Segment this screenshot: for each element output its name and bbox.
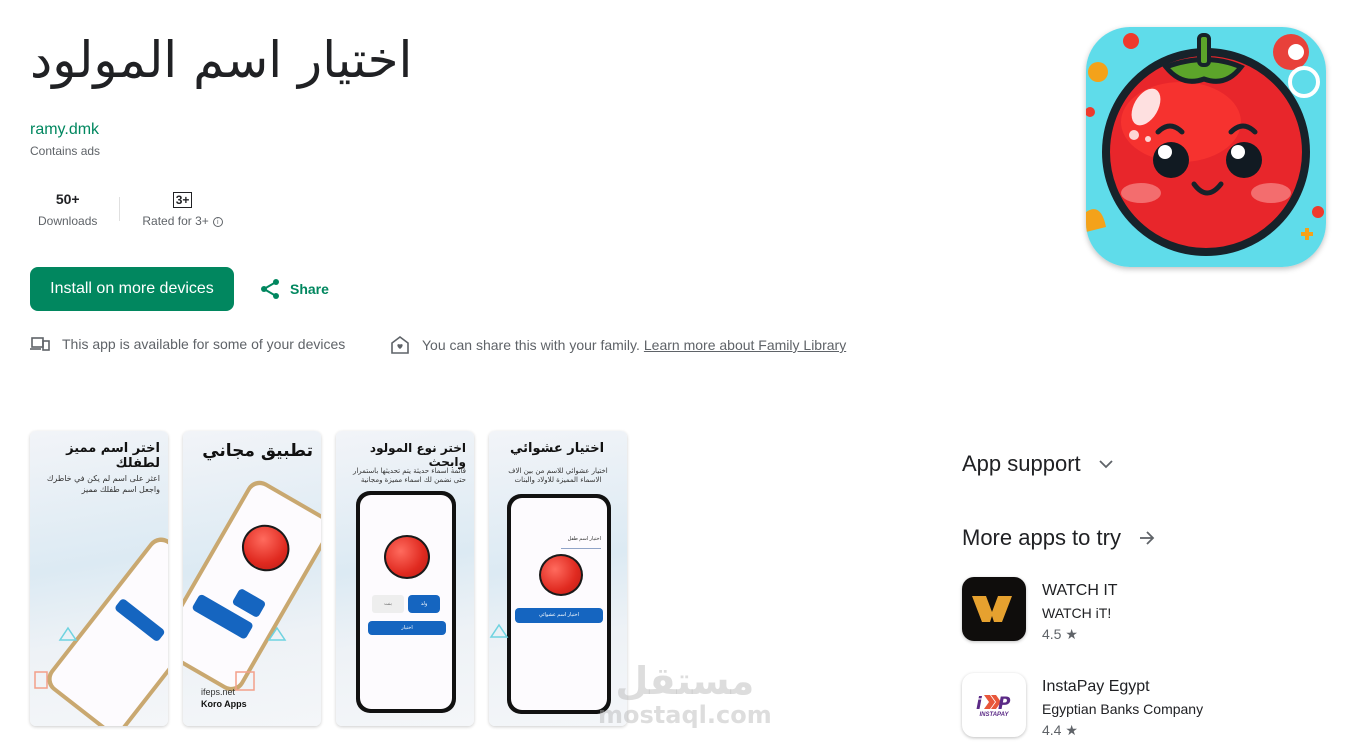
- share-label: Share: [290, 281, 329, 297]
- more-apps-label: More apps to try: [962, 525, 1121, 550]
- app-name: WATCH IT: [1042, 582, 1118, 599]
- chevron-down-icon: [1099, 460, 1113, 469]
- girl-option: بنت: [372, 595, 404, 613]
- triangle-decoration: [489, 623, 509, 638]
- square-decoration: [34, 671, 48, 689]
- app-support-header[interactable]: App support: [962, 451, 1113, 477]
- boy-option: ولد: [408, 595, 440, 613]
- screenshot-subtitle: اختيار عشوائي للاسم من بين الاف الاسماء …: [508, 467, 608, 484]
- share-icon: [261, 279, 279, 299]
- screenshot-subtitle: اعثر على اسم لم يكن في خاطرك واجعل اسم ط…: [46, 474, 160, 494]
- star-icon: ★: [1065, 722, 1078, 738]
- screenshot-heading: اختيار عشوائي: [509, 441, 605, 456]
- choose-button-preview: اختيار: [368, 621, 446, 635]
- star-icon: ★: [1065, 626, 1078, 642]
- downloads-label: Downloads: [38, 214, 98, 228]
- developer-site: ifeps.net: [201, 687, 236, 697]
- family-library-link[interactable]: Learn more about Family Library: [644, 337, 846, 353]
- field-label-preview: اختيار اسم طفل: [567, 536, 601, 542]
- suggested-app-watch-it[interactable]: WATCH IT WATCH iT! 4.5 ★: [962, 577, 1118, 644]
- family-library-info: You can share this with your family. Lea…: [390, 336, 846, 354]
- content-rating-label: Rated for 3+: [142, 214, 209, 228]
- app-rating: 4.5 ★: [1042, 626, 1078, 642]
- app-developer: WATCH iT!: [1042, 605, 1112, 621]
- screenshot-3[interactable]: اختر نوع المولود وابحث قائمة اسماء حديثة…: [336, 431, 474, 726]
- square-decoration: [235, 671, 255, 691]
- app-support-label: App support: [962, 451, 1081, 476]
- content-rating-badge: 3+: [172, 192, 193, 208]
- screenshot-subtitle: قائمة اسماء حديثة يتم تحديثها باستمرار ح…: [352, 467, 466, 484]
- install-button[interactable]: Install on more devices: [30, 267, 234, 311]
- downloads-value: 50+: [55, 191, 80, 207]
- content-rating-stat: 3+ Rated for 3+ i: [134, 190, 230, 228]
- contains-ads-label: Contains ads: [30, 144, 101, 158]
- arrow-right-icon: [1139, 531, 1155, 545]
- watermark-latin: mostaql.com: [598, 701, 772, 729]
- info-icon[interactable]: i: [212, 216, 223, 227]
- more-apps-header[interactable]: More apps to try: [962, 525, 1155, 551]
- app-name: InstaPay Egypt: [1042, 678, 1150, 695]
- watch-it-icon: [962, 577, 1026, 641]
- devices-availability-text: This app is available for some of your d…: [62, 336, 346, 352]
- tomato-icon: [1086, 27, 1326, 267]
- watermark-arabic: مستقل: [615, 659, 755, 703]
- app-rating: 4.4 ★: [1042, 722, 1078, 738]
- device-availability: This app is available for some of your d…: [30, 336, 345, 352]
- instapay-icon: i P INSTAPAY: [962, 673, 1026, 737]
- studio-name: Koro Apps: [201, 699, 247, 709]
- screenshot-1[interactable]: اختر اسم مميز لطفلك اعثر على اسم لم يكن …: [30, 431, 168, 726]
- app-developer: Egyptian Banks Company: [1042, 701, 1204, 717]
- downloads-stat: 50+ Downloads: [30, 190, 105, 228]
- app-title: اختيار اسم المولود: [30, 31, 413, 89]
- triangle-decoration: [267, 626, 287, 641]
- family-home-icon: [391, 336, 409, 354]
- svg-text:i: i: [976, 694, 983, 712]
- app-stats: 50+ Downloads 3+ Rated for 3+ i: [30, 190, 231, 228]
- screenshot-carousel[interactable]: اختر اسم مميز لطفلك اعثر على اسم لم يكن …: [30, 431, 627, 726]
- screenshot-heading: اختر نوع المولود وابحث: [369, 441, 466, 469]
- screenshot-2[interactable]: تطبيق مجاني ifeps.net Koro Apps: [183, 431, 321, 726]
- stat-divider: [119, 197, 121, 221]
- app-icon: [1086, 27, 1326, 267]
- family-text: You can share this with your family.: [422, 337, 640, 353]
- svg-text:P: P: [998, 694, 1011, 712]
- watermark: مستقل mostaql.com: [598, 660, 772, 728]
- screenshot-heading: اختر اسم مميز لطفلك: [66, 441, 160, 471]
- developer-link[interactable]: ramy.dmk: [30, 121, 99, 139]
- devices-icon: [30, 337, 50, 351]
- random-button-preview: اختيار اسم عشوائي: [515, 608, 603, 623]
- screenshot-heading: تطبيق مجاني: [202, 441, 313, 461]
- suggested-app-instapay[interactable]: i P INSTAPAY InstaPay Egypt Egyptian Ban…: [962, 673, 1203, 740]
- share-button[interactable]: Share: [252, 270, 337, 308]
- triangle-decoration: [58, 626, 78, 641]
